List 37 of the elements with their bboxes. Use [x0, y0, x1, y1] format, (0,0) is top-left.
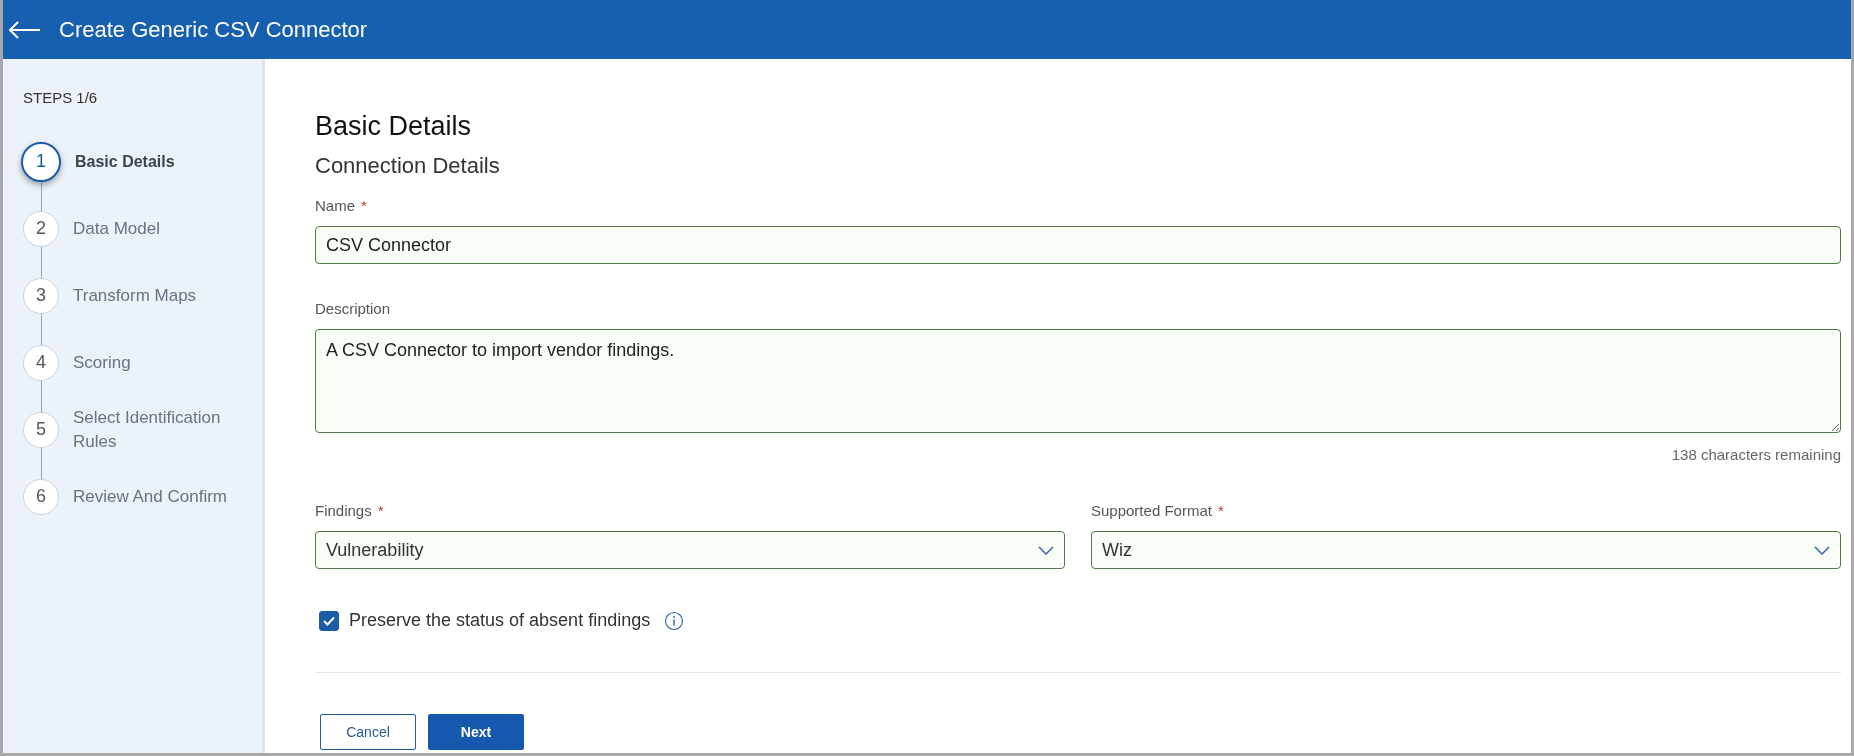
field-label: Findings: [315, 502, 372, 519]
character-counter: 138 characters remaining: [1671, 446, 1841, 463]
step-label[interactable]: Select Identification Rules: [73, 405, 243, 454]
step-number[interactable]: 1: [21, 141, 61, 182]
step-number[interactable]: 4: [23, 344, 59, 381]
step-label[interactable]: Scoring: [73, 350, 243, 375]
page-title: Create Generic CSV Connector: [59, 16, 368, 43]
field-label: Description: [315, 300, 391, 317]
field-label: Name: [315, 197, 355, 214]
next-button[interactable]: Next: [428, 714, 524, 750]
dropdown[interactable]: Vulnerability: [315, 531, 1065, 569]
required-asterisk: *: [361, 197, 367, 214]
form-title: Basic Details: [315, 110, 473, 143]
checkbox-label: Preserve the status of absent findings: [349, 610, 651, 631]
chevron-down-icon: [1038, 545, 1054, 555]
chevron-down-icon: [1814, 545, 1830, 555]
required-asterisk: *: [1217, 502, 1224, 519]
step-label[interactable]: Data Model: [73, 216, 243, 241]
required-asterisk: *: [377, 502, 384, 519]
dropdown[interactable]: Wiz: [1091, 531, 1841, 569]
checkmark-icon: [323, 615, 335, 626]
step-number[interactable]: 5: [23, 411, 59, 448]
back-arrow-icon[interactable]: [9, 20, 41, 39]
steps-counter: STEPS 1/6: [23, 89, 99, 106]
step-number[interactable]: 6: [23, 478, 59, 515]
section-title: Connection Details: [315, 153, 501, 179]
checkbox[interactable]: [319, 610, 339, 631]
step-number[interactable]: 2: [23, 210, 59, 247]
step-label[interactable]: Basic Details: [75, 149, 245, 174]
step-number[interactable]: 3: [23, 277, 59, 314]
step-label[interactable]: Review And Confirm: [73, 484, 243, 509]
cancel-button[interactable]: Cancel: [320, 714, 416, 750]
field-label: Supported Format: [1091, 502, 1212, 519]
name-input[interactable]: CSV Connector: [315, 226, 1841, 264]
description-textarea[interactable]: A CSV Connector to import vendor findings.: [315, 329, 1841, 433]
info-icon[interactable]: [664, 610, 685, 631]
step-label[interactable]: Transform Maps: [73, 283, 243, 308]
